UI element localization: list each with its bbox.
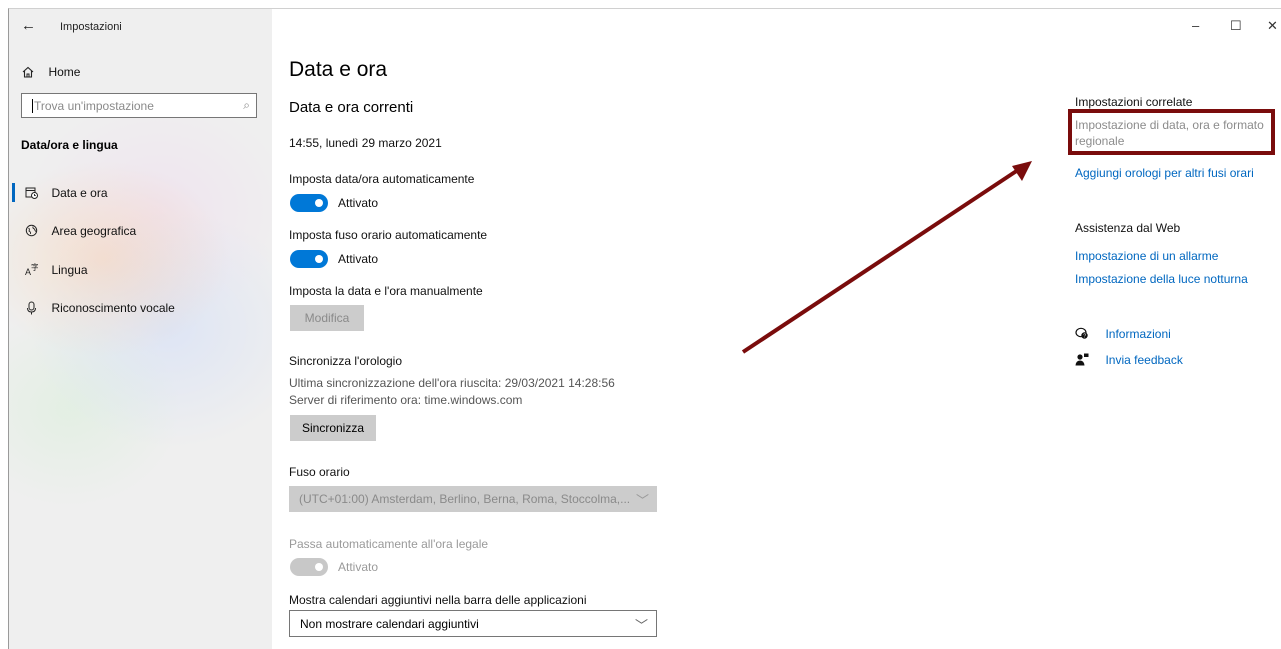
annotation-arrow	[741, 161, 1032, 354]
